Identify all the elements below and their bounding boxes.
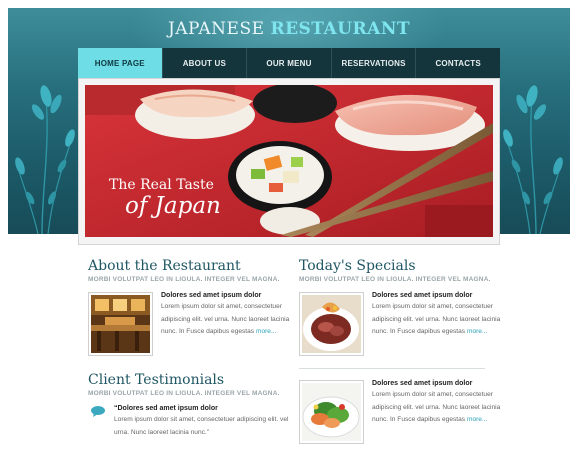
nav-contacts[interactable]: CONTACTS <box>416 48 500 78</box>
page-frame: Japanese Restaurant <box>8 8 570 454</box>
hero-tagline: The Real Taste of Japan <box>109 177 221 219</box>
testimonials-subtitle: MORBI VOLUTPAT LEO IN LIGULA. INTEGER VE… <box>88 390 280 397</box>
specials-section: Today's Specials MORBI VOLUTPAT LEO IN L… <box>299 258 495 283</box>
site-title[interactable]: Japanese Restaurant <box>8 19 570 39</box>
about-item-heading: Dolores sed amet ipsum dolor <box>161 292 262 299</box>
site-title-part2: Restaurant <box>270 19 411 39</box>
testimonial-body: Lorem ipsum dolor sit amet, consectetuer… <box>114 416 289 436</box>
special-more-link-1[interactable]: more... <box>467 328 488 335</box>
nav-reservations[interactable]: RESERVATIONS <box>332 48 417 78</box>
speech-bubble-icon <box>91 406 105 417</box>
about-title: About the Restaurant <box>88 258 241 274</box>
site-title-part1: Japanese <box>167 19 265 39</box>
about-section: About the Restaurant MORBI VOLUTPAT LEO … <box>88 258 284 283</box>
special-item-body-2: Lorem ipsum dolor sit amet, consectetuer… <box>372 391 501 423</box>
special-more-link-2[interactable]: more... <box>467 416 488 423</box>
specials-subtitle: MORBI VOLUTPAT LEO IN LIGULA. INTEGER VE… <box>299 276 491 283</box>
leaf-plant-decoration-right <box>503 85 563 234</box>
special-dish-image-2[interactable] <box>299 380 364 444</box>
nav-about-us[interactable]: ABOUT US <box>163 48 248 78</box>
about-item: Dolores sed amet ipsum dolor Lorem ipsum… <box>88 292 289 360</box>
about-more-link[interactable]: more... <box>256 328 277 335</box>
beef-dish-photo <box>302 295 361 353</box>
testimonial-quote: “Dolores sed amet ipsum dolor Lorem ipsu… <box>114 405 289 439</box>
about-subtitle: MORBI VOLUTPAT LEO IN LIGULA. INTEGER VE… <box>88 276 280 283</box>
nav-our-menu[interactable]: OUR MENU <box>247 48 332 78</box>
special-item-heading-1: Dolores sed amet ipsum dolor <box>372 292 473 299</box>
main-nav: HOME PAGE ABOUT US OUR MENU RESERVATIONS… <box>78 48 500 78</box>
section-divider <box>299 368 485 369</box>
special-item: Dolores sed amet ipsum dolor Lorem ipsum… <box>299 380 500 448</box>
leaf-plant-decoration-left <box>15 85 75 234</box>
hero-banner-frame: The Real Taste of Japan <box>78 78 500 245</box>
special-item-heading-2: Dolores sed amet ipsum dolor <box>372 380 473 387</box>
testimonials-title: Client Testimonials <box>88 372 225 388</box>
special-item: Dolores sed amet ipsum dolor Lorem ipsum… <box>299 292 500 360</box>
hero-tagline-line2: of Japan <box>125 193 221 219</box>
hero-banner: The Real Taste of Japan <box>85 85 493 237</box>
special-item-body-1: Lorem ipsum dolor sit amet, consectetuer… <box>372 303 501 335</box>
about-item-body: Lorem ipsum dolor sit amet, consectetuer… <box>161 303 290 335</box>
salad-dish-photo <box>302 383 361 441</box>
nav-home-page[interactable]: HOME PAGE <box>78 48 163 78</box>
restaurant-interior-image[interactable] <box>88 292 153 356</box>
special-dish-image-1[interactable] <box>299 292 364 356</box>
restaurant-interior-photo <box>91 295 150 353</box>
specials-title: Today's Specials <box>299 258 416 274</box>
testimonial-heading: “Dolores sed amet ipsum dolor <box>114 405 218 412</box>
testimonials-section: Client Testimonials MORBI VOLUTPAT LEO I… <box>88 372 284 397</box>
hero-tagline-line1: The Real Taste <box>109 177 214 193</box>
